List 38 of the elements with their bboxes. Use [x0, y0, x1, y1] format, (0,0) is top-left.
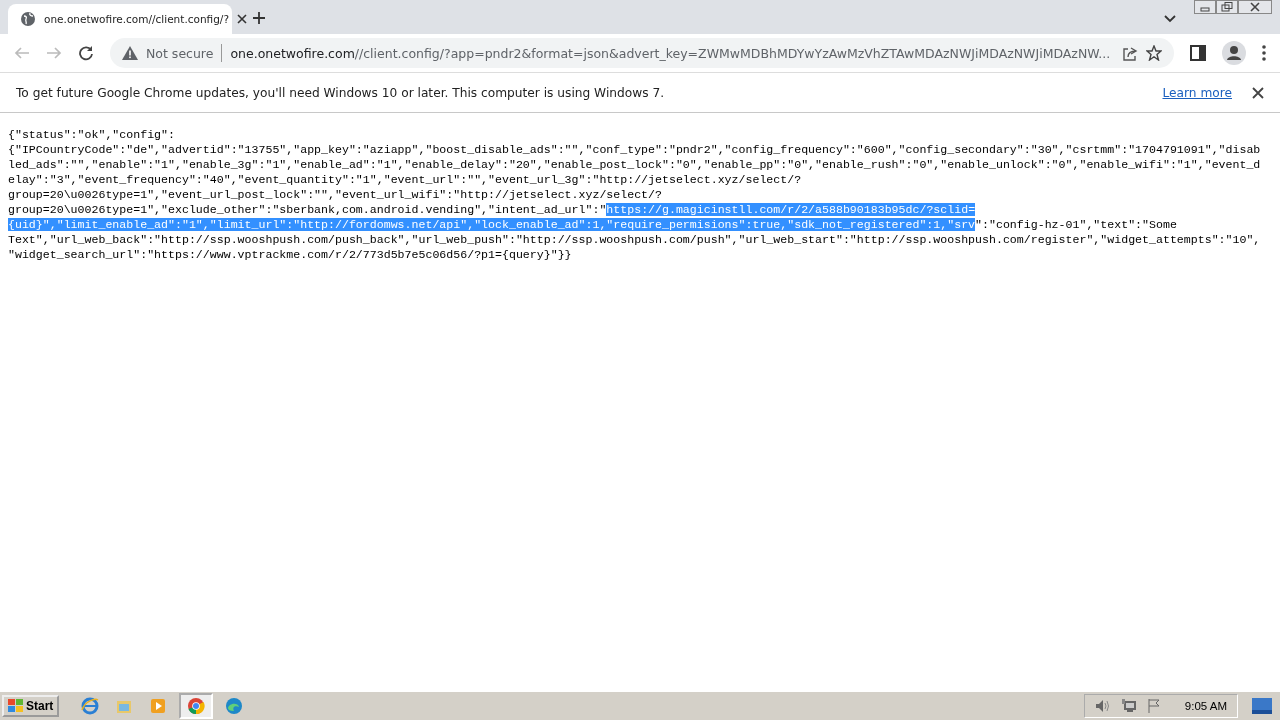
star-icon[interactable]: [1146, 45, 1162, 61]
close-icon[interactable]: [236, 14, 247, 24]
reload-icon[interactable]: [78, 45, 94, 61]
chevron-icon[interactable]: [1164, 15, 1176, 23]
network-icon[interactable]: [1120, 699, 1137, 713]
start-button[interactable]: Start: [2, 695, 60, 717]
json-text: Text","url_web_back":"http://ssp.wooshpush.com/push_back","url_web_push":"http://ssp.wooshpush.com/push","url_web_start":"http://ssp.wooshpush.com/register","widget_attempts":"10",: [8, 233, 1261, 246]
json-text: {"IPCountryCode":"de","advertid":"13755","app_key":"aziapp","boost_disable_ads":"","conf_type":"pndr2","config_frequency":"600","config_secondary":"30","csrtmm":"1704791091","disab: [8, 143, 1261, 156]
json-text: group=20\u0026type=1","event_url_post_lock":"","event_url_wifi":"http://jetselect.xyz/select/?: [8, 188, 662, 201]
infobar-message: To get future Google Chrome updates, you'll need Windows 10 or later. This computer is using Windows 7.: [16, 85, 665, 100]
json-text: "widget_search_url":"https://www.vptrackme.com/r/2/773d5b7e5c06d56/?p1={query}"}}: [8, 248, 572, 261]
selected-text: {uid}","limit_enable_ad":"1","limit_url":"http://fordomws.net/api","lock_enable_ad":1,"require_permisions":true,"sdk_not_registered":1,"srv: [8, 218, 976, 231]
restore-icon[interactable]: [1216, 0, 1238, 14]
json-text: group=20\u0026type=1","exclude_other":"sberbank,com.android.vending","intent_ad_url":": [8, 203, 607, 216]
side-panel-icon[interactable]: [1190, 45, 1206, 61]
json-text: elay":"3","event_frequency":"40","event_quantity":"1","event_url":"","event_url_3g":"http://jetselect.xyz/select/?: [8, 173, 802, 186]
share-icon[interactable]: [1122, 45, 1138, 61]
plus-icon[interactable]: [252, 11, 266, 25]
clock: 9:05 AM: [1184, 700, 1227, 712]
speaker-icon[interactable]: [1094, 699, 1111, 713]
warning-icon: [122, 46, 138, 60]
browser-icon[interactable]: [179, 693, 214, 719]
close-icon[interactable]: [1252, 86, 1264, 99]
windows-logo-icon: [8, 699, 24, 713]
json-text: ":"config-hz-01","text":"Some: [975, 218, 1177, 231]
globe-icon: [20, 11, 36, 27]
json-text: led_ads":"","enable":"1","enable_3g":"1","enable_ad":"1","enable_delay":"20","enable_post_lock":"0","enable_pp":"0","enable_rush":"0","enable_unlock":"0","enable_wifi":"1","event_d: [8, 158, 1261, 171]
learn-more-link[interactable]: Learn more: [1162, 85, 1232, 100]
flag-icon[interactable]: [1146, 699, 1161, 713]
selected-text: https://g.magicinstll.com/r/2/a588b90183b95dc/?sclid=: [606, 203, 976, 216]
avatar-icon[interactable]: [1222, 41, 1246, 65]
address-bar[interactable]: Not secure one.onetwofire.com//client.config/?app=pndr2&format=json&advert_key=ZWMwMDBhMDYwYzAwMzVhZTAwMDAzNWJiMDAzNWJiMDAzNW...: [110, 38, 1174, 68]
security-label: Not secure: [146, 45, 214, 61]
close-icon[interactable]: [1238, 0, 1272, 14]
json-text: {"status":"ok","config":: [8, 128, 175, 141]
menu-icon[interactable]: [1262, 45, 1266, 61]
tab-title: one.onetwofire.com//client.config/?: [44, 13, 229, 25]
url-text: one.onetwofire.com//client.config/?app=pndr2&format=json&advert_key=ZWMwMDBhMDYwYzAwMzVhZTAwMDAzNWJiMDAzNWJiMDAzNW...: [230, 45, 1112, 61]
